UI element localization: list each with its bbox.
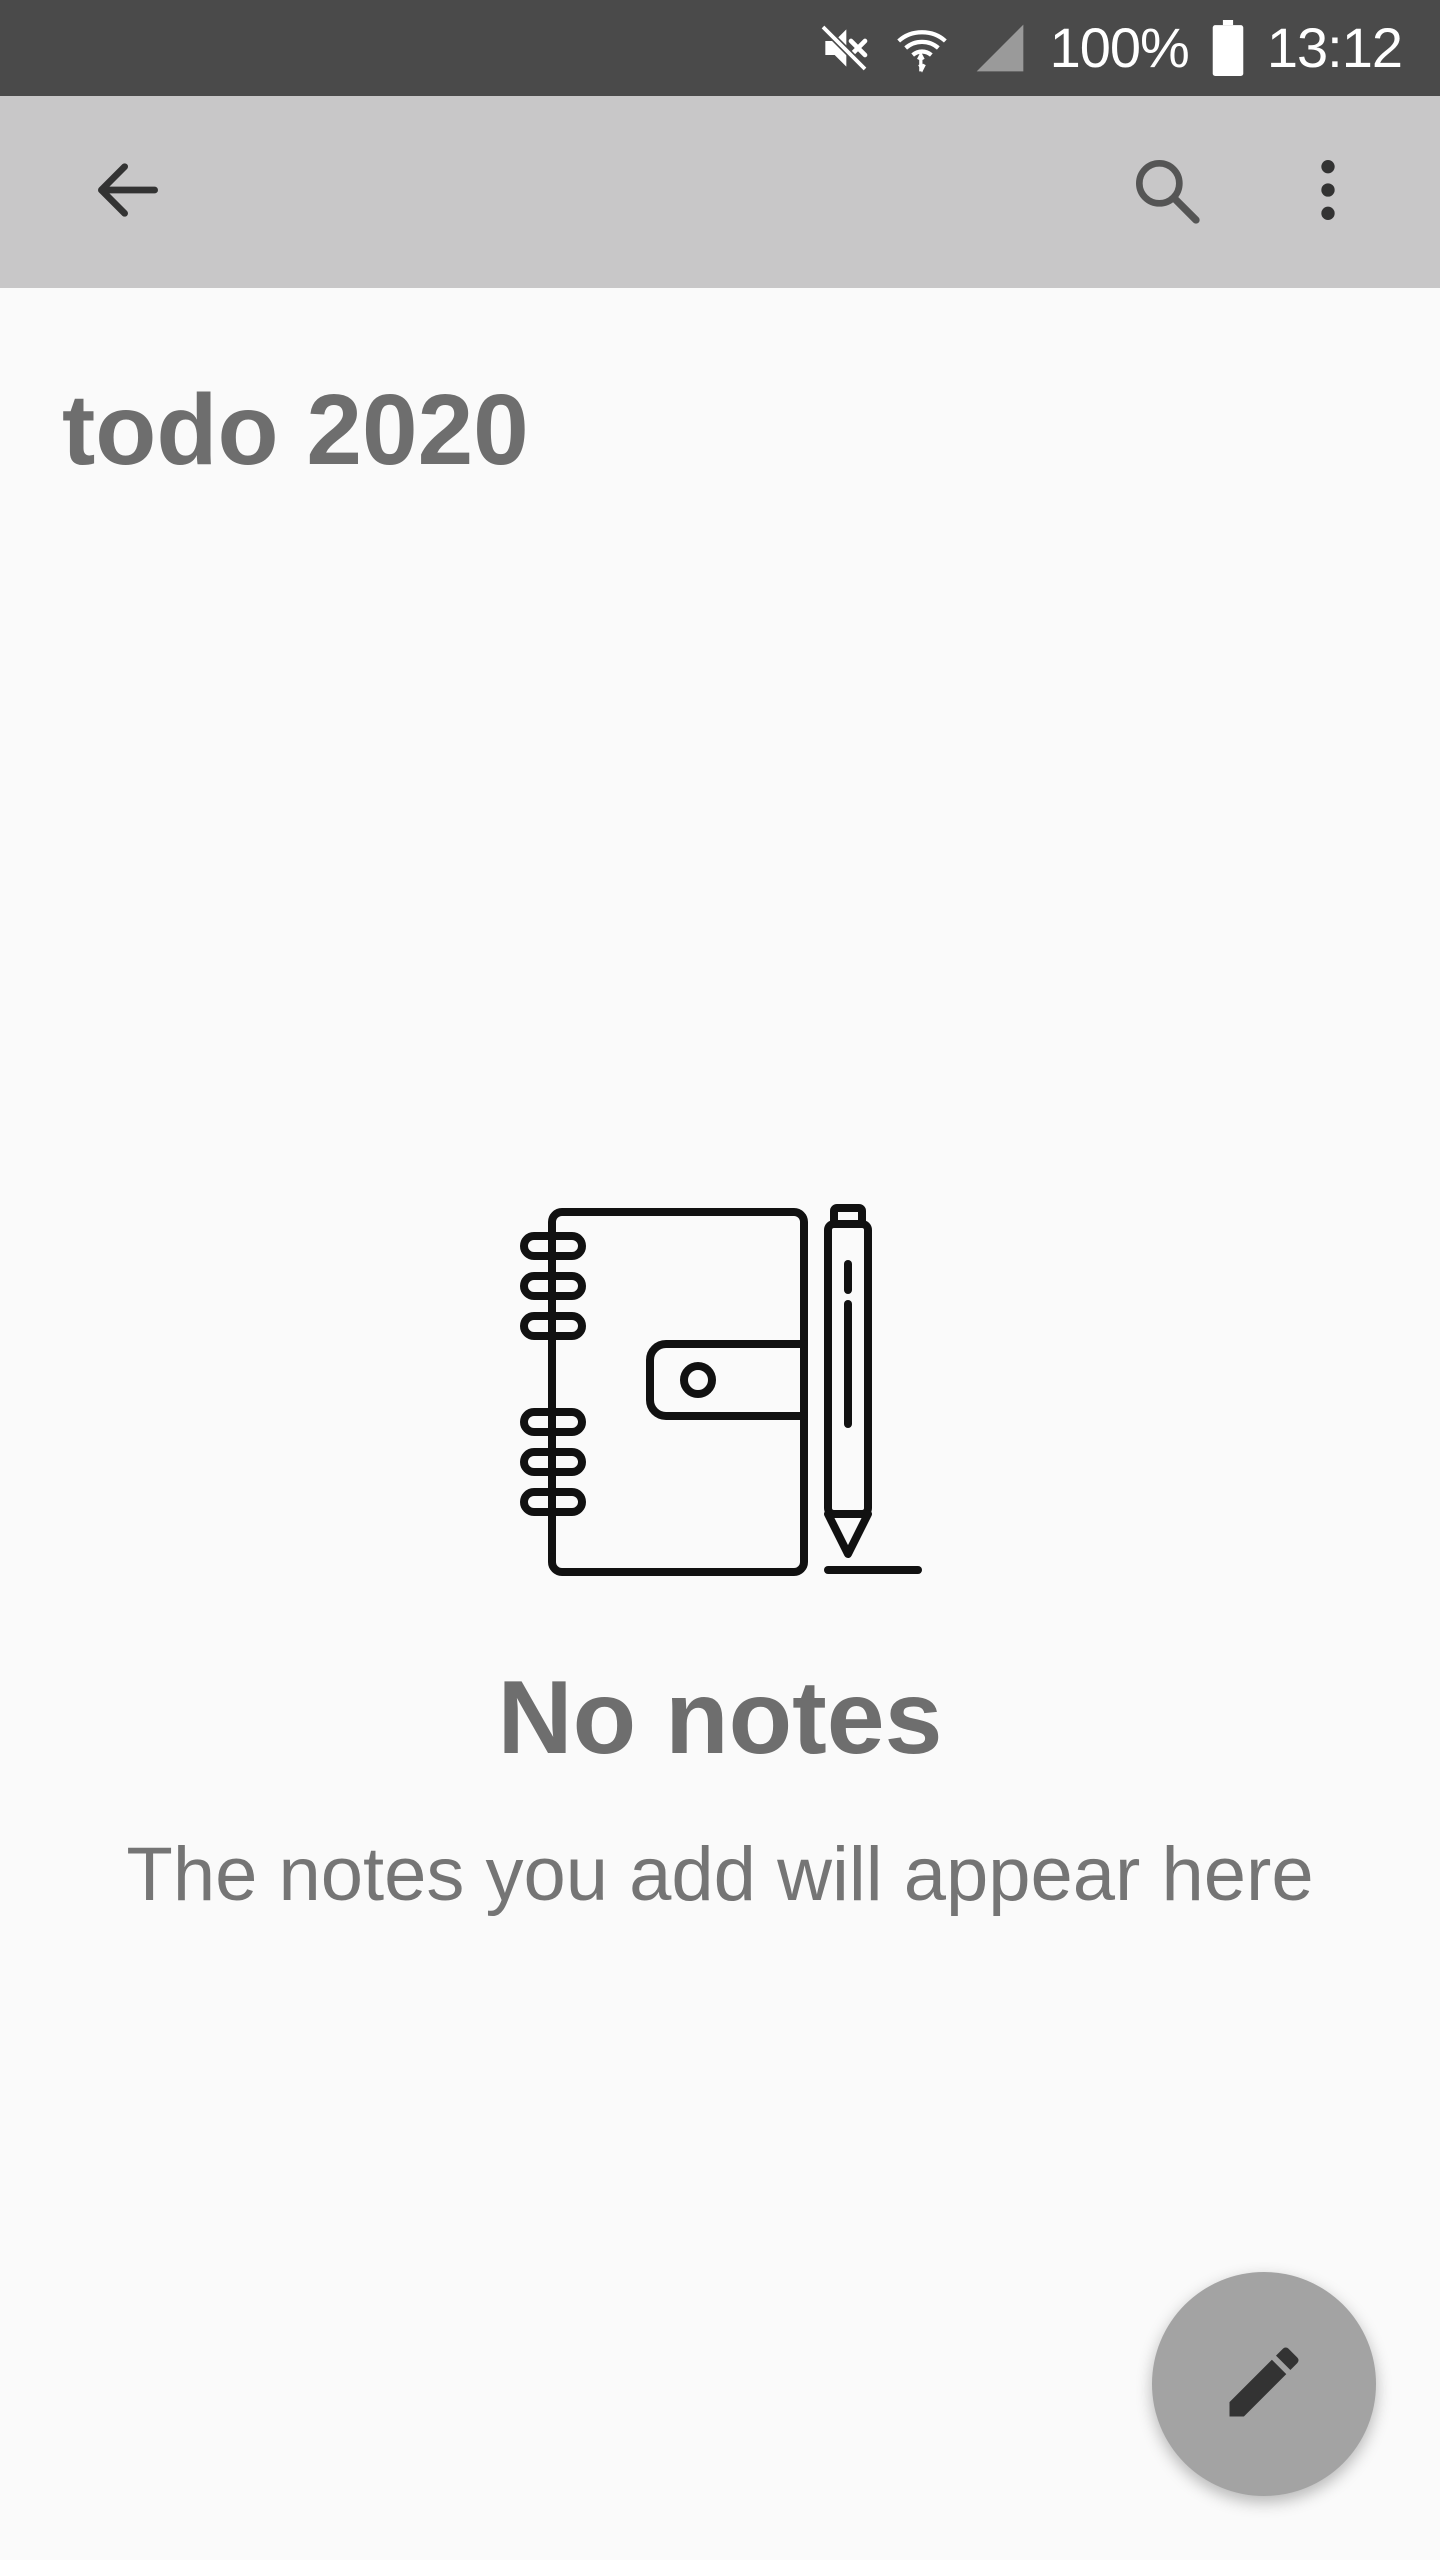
- status-bar: 100% 13:12: [0, 0, 1440, 96]
- arrow-back-icon: [88, 150, 168, 235]
- more-options-button[interactable]: [1264, 128, 1392, 256]
- mute-icon: [816, 20, 872, 76]
- search-icon: [1126, 150, 1206, 235]
- empty-state-title: No notes: [497, 1660, 943, 1776]
- app-bar: [0, 96, 1440, 288]
- notebook-pen-icon: [516, 1200, 928, 1580]
- new-note-button[interactable]: [1152, 2272, 1376, 2496]
- status-icons: 100% 13:12: [816, 0, 1403, 96]
- clock: 13:12: [1266, 16, 1403, 79]
- signal-icon: [972, 20, 1028, 76]
- back-button[interactable]: [64, 128, 192, 256]
- battery-icon: [1211, 20, 1245, 76]
- wifi-icon: [894, 20, 950, 76]
- pencil-icon: [1218, 2336, 1310, 2433]
- more-vertical-icon: [1288, 150, 1368, 235]
- battery-percent: 100%: [1049, 16, 1190, 79]
- search-button[interactable]: [1102, 128, 1230, 256]
- page-title: todo 2020: [62, 374, 529, 486]
- empty-state-subtitle: The notes you add will appear here: [126, 1832, 1314, 1917]
